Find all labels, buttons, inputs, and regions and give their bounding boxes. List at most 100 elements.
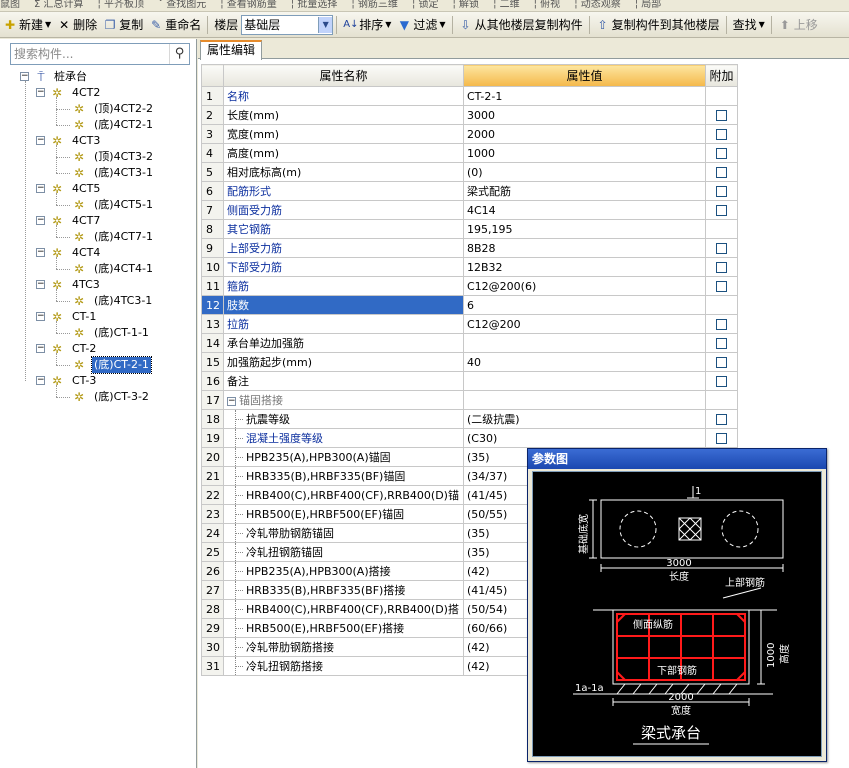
property-value[interactable] <box>463 371 706 391</box>
table-row[interactable]: 4 高度(mm) 1000 <box>201 143 738 163</box>
table-row[interactable]: 17− 锚固搭接 <box>201 390 738 410</box>
table-row[interactable]: 5 相对底标高(m) (0) <box>201 162 738 182</box>
top-strip-item[interactable]: 鼠图 <box>0 0 20 10</box>
tree-item[interactable]: ✲ (顶)4CT2-2 <box>0 101 196 117</box>
table-row[interactable]: 11 箍筋 C12@200(6) <box>201 276 738 296</box>
copy-button[interactable]: ❐ 复制 <box>100 14 146 36</box>
property-value[interactable]: 40 <box>463 352 706 372</box>
property-value[interactable]: 6 <box>463 295 706 315</box>
table-row[interactable]: 13 拉筋 C12@200 <box>201 314 738 334</box>
property-value[interactable]: 195,195 <box>463 219 706 239</box>
extra-checkbox[interactable] <box>716 205 727 216</box>
tree-group[interactable]: − ✲ CT-3 <box>0 373 196 389</box>
property-value[interactable]: CT-2-1 <box>463 86 706 106</box>
top-strip-item[interactable]: ¦ 解锁 <box>453 0 480 10</box>
collapse-icon[interactable]: − <box>36 88 45 97</box>
tree-group[interactable]: − ✲ 4CT5 <box>0 181 196 197</box>
extra-checkbox[interactable] <box>716 433 727 444</box>
collapse-icon[interactable]: − <box>36 184 45 193</box>
table-row[interactable]: 10 下部受力筋 12B32 <box>201 257 738 277</box>
search-icon[interactable]: ⚲ <box>169 44 189 64</box>
table-row[interactable]: 8 其它钢筋 195,195 <box>201 219 738 239</box>
top-strip-item[interactable]: ¦ 二维 <box>493 0 520 10</box>
popup-title[interactable]: 参数图 <box>528 449 826 469</box>
extra-checkbox[interactable] <box>716 167 727 178</box>
delete-button[interactable]: ✕ 删除 <box>54 14 100 36</box>
table-row[interactable]: 9 上部受力筋 8B28 <box>201 238 738 258</box>
chevron-down-icon[interactable]: ▼ <box>318 16 333 33</box>
tree-item[interactable]: ✲ (底)4CT7-1 <box>0 229 196 245</box>
extra-checkbox[interactable] <box>716 129 727 140</box>
tree-group[interactable]: − ✲ 4CT4 <box>0 245 196 261</box>
property-value[interactable] <box>463 390 706 410</box>
top-strip-item[interactable]: ¦ 俯视 <box>534 0 561 10</box>
collapse-icon[interactable]: − <box>36 376 45 385</box>
property-value[interactable]: 12B32 <box>463 257 706 277</box>
tree-item[interactable]: ✲ (底)4CT2-1 <box>0 117 196 133</box>
top-strip-item[interactable]: Σ 汇总计算 <box>34 0 84 10</box>
property-value[interactable]: (0) <box>463 162 706 182</box>
top-strip-item[interactable]: ¦ 钢筋三维 <box>351 0 398 10</box>
collapse-icon[interactable]: − <box>36 344 45 353</box>
tree-item[interactable]: ✲ (底)4CT4-1 <box>0 261 196 277</box>
table-row[interactable]: 6 配筋形式 梁式配筋 <box>201 181 738 201</box>
table-row[interactable]: 19 混凝土强度等级 (C30) <box>201 428 738 448</box>
extra-checkbox[interactable] <box>716 338 727 349</box>
extra-checkbox[interactable] <box>716 243 727 254</box>
find-button[interactable]: 查找 ▼ <box>730 14 768 36</box>
table-row[interactable]: 16 备注 <box>201 371 738 391</box>
extra-checkbox[interactable] <box>716 414 727 425</box>
table-row[interactable]: 15 加强筋起步(mm) 40 <box>201 352 738 372</box>
tree-group[interactable]: − ✲ 4CT7 <box>0 213 196 229</box>
table-row[interactable]: 2 长度(mm) 3000 <box>201 105 738 125</box>
tree-item[interactable]: ✲ (顶)4CT3-2 <box>0 149 196 165</box>
rename-button[interactable]: ✎ 重命名 <box>146 14 204 36</box>
tree-group[interactable]: − ✲ CT-1 <box>0 309 196 325</box>
top-strip-item[interactable]: ¦ 锁定 <box>412 0 439 10</box>
tree-item[interactable]: ✲ (底)CT-2-1 <box>0 356 196 374</box>
copy-to-floor-button[interactable]: ⇧ 复制构件到其他楼层 <box>593 14 723 36</box>
table-row[interactable]: 14 承台单边加强筋 <box>201 333 738 353</box>
extra-checkbox[interactable] <box>716 148 727 159</box>
top-strip-item[interactable]: ¦ 局部 <box>635 0 662 10</box>
table-row[interactable]: 12 肢数 6 <box>201 295 738 315</box>
collapse-icon[interactable]: − <box>36 248 45 257</box>
table-row[interactable]: 7 侧面受力筋 4C14 <box>201 200 738 220</box>
table-row[interactable]: 18 抗震等级 (二级抗震) <box>201 409 738 429</box>
search-input[interactable] <box>11 45 169 63</box>
property-value[interactable]: 8B28 <box>463 238 706 258</box>
property-value[interactable]: C12@200 <box>463 314 706 334</box>
property-value[interactable]: (C30) <box>463 428 706 448</box>
extra-checkbox[interactable] <box>716 357 727 368</box>
tree-group[interactable]: − ✲ 4TC3 <box>0 277 196 293</box>
filter-button[interactable]: ▼ 过滤 ▼ <box>394 14 448 36</box>
property-value[interactable]: 4C14 <box>463 200 706 220</box>
property-value[interactable]: 梁式配筋 <box>463 181 706 201</box>
collapse-icon[interactable]: − <box>36 280 45 289</box>
tree-item[interactable]: ✲ (底)CT-3-2 <box>0 389 196 405</box>
collapse-icon[interactable]: − <box>227 396 236 406</box>
tree-item[interactable]: ✲ (底)CT-1-1 <box>0 325 196 341</box>
extra-checkbox[interactable] <box>716 319 727 330</box>
table-row[interactable]: 3 宽度(mm) 2000 <box>201 124 738 144</box>
tree-item[interactable]: ✲ (底)4CT5-1 <box>0 197 196 213</box>
extra-checkbox[interactable] <box>716 281 727 292</box>
tree-root[interactable]: − ⍑ 桩承台 <box>0 69 196 85</box>
property-value[interactable]: 3000 <box>463 105 706 125</box>
tree-group[interactable]: − ✲ CT-2 <box>0 341 196 357</box>
top-strip-item[interactable]: ¦ 动态观察 <box>574 0 621 10</box>
extra-checkbox[interactable] <box>716 110 727 121</box>
extra-checkbox[interactable] <box>716 262 727 273</box>
sort-button[interactable]: A↓ 排序 ▼ <box>340 14 394 36</box>
top-strip-item[interactable]: ¦ 平齐板顶 <box>98 0 145 10</box>
collapse-icon[interactable]: − <box>36 312 45 321</box>
tree-item[interactable]: ✲ (底)4CT3-1 <box>0 165 196 181</box>
property-value[interactable]: 2000 <box>463 124 706 144</box>
tab-property-edit[interactable]: 属性编辑 <box>200 40 263 60</box>
property-value[interactable]: C12@200(6) <box>463 276 706 296</box>
collapse-icon[interactable]: − <box>20 72 29 81</box>
move-up-button[interactable]: ⬆ 上移 <box>775 14 821 36</box>
top-strip-item[interactable]: ˇ 查找图元 <box>158 0 206 10</box>
collapse-icon[interactable]: − <box>36 216 45 225</box>
top-strip-item[interactable]: ¦ 批量选择 <box>291 0 338 10</box>
